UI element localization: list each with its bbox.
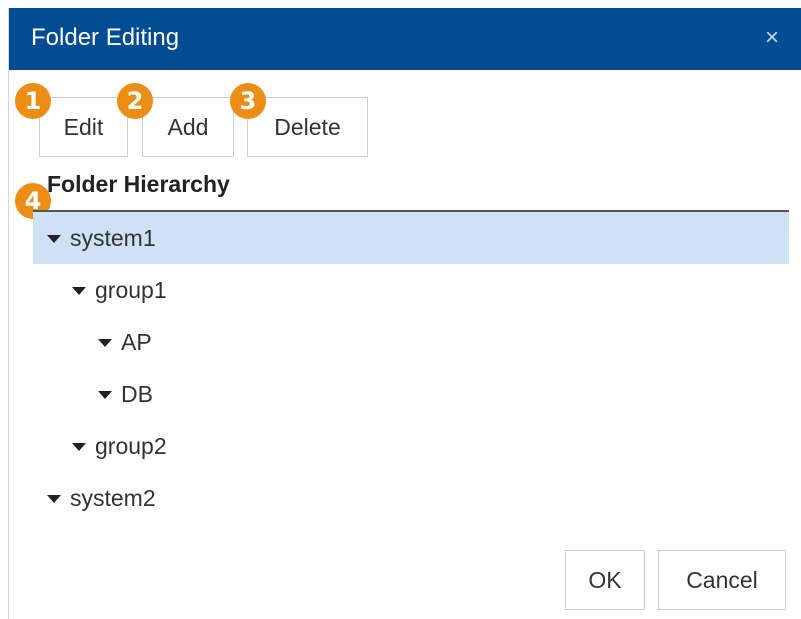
cancel-button[interactable]: Cancel [658, 550, 786, 610]
edit-button[interactable]: Edit [39, 97, 128, 157]
caret-down-icon[interactable] [72, 287, 86, 295]
tree-node[interactable]: AP [33, 316, 789, 368]
caret-down-icon[interactable] [47, 495, 61, 503]
tree-node[interactable]: system1 [33, 212, 789, 264]
callout-badge-3: 3 [230, 83, 266, 119]
tree-node[interactable]: group2 [33, 420, 789, 472]
dialog-titlebar: Folder Editing × [9, 8, 801, 70]
tree-node-label: AP [121, 328, 152, 355]
caret-down-icon[interactable] [47, 235, 61, 243]
caret-down-icon[interactable] [98, 339, 112, 347]
add-button[interactable]: Add [142, 97, 234, 157]
folder-tree: system1 group1 AP DB group2 system2 [33, 212, 789, 524]
caret-down-icon[interactable] [98, 391, 112, 399]
tree-node-label: system2 [70, 484, 156, 511]
tree-node[interactable]: DB [33, 368, 789, 420]
dialog-title: Folder Editing [31, 24, 180, 51]
folder-hierarchy-heading: Folder Hierarchy [47, 171, 230, 197]
tree-node-label: DB [121, 380, 153, 407]
close-icon[interactable]: × [765, 24, 779, 52]
callout-badge-2: 2 [117, 83, 153, 119]
caret-down-icon[interactable] [72, 443, 86, 451]
tree-node[interactable]: group1 [33, 264, 789, 316]
tree-node-label: group1 [95, 276, 167, 303]
folder-editing-dialog: Folder Editing × Edit Add Delete 1 2 3 F… [8, 8, 801, 619]
callout-badge-1: 1 [15, 83, 51, 119]
tree-node-label: group2 [95, 432, 167, 459]
tree-node[interactable]: system2 [33, 472, 789, 524]
tree-node-label: system1 [70, 224, 156, 251]
ok-button[interactable]: OK [565, 550, 645, 610]
